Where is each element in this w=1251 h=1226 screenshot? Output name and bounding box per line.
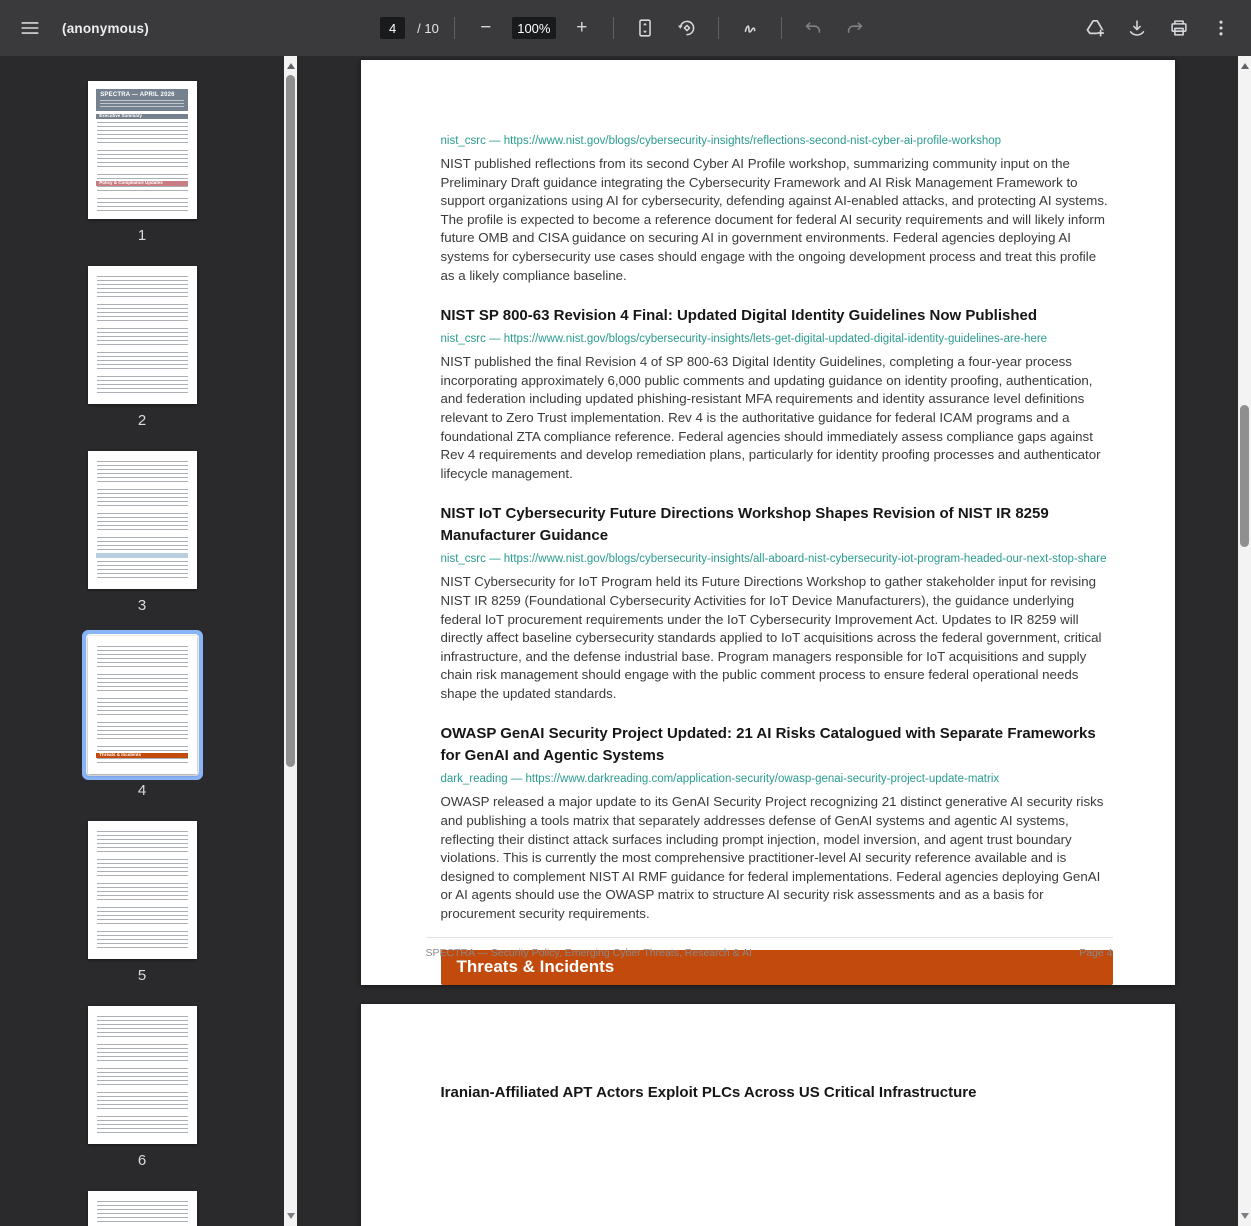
scroll-up-arrow-icon[interactable] — [1241, 63, 1249, 69]
toolbar-divider — [718, 17, 719, 39]
save-to-drive-icon[interactable] — [1079, 12, 1111, 44]
thumbnail-section-bar: Threats & Incidents — [96, 753, 188, 758]
main-scrollbar-thumb[interactable] — [1240, 405, 1249, 547]
thumbnail-section-bar: Executive Summary — [96, 114, 188, 118]
pdf-page-5: Iranian-Affiliated APT Actors Exploit PL… — [361, 1004, 1175, 1226]
scroll-down-arrow-icon[interactable] — [1241, 1213, 1249, 1219]
toolbar-divider — [613, 17, 614, 39]
thumbnail-page-6[interactable]: 6 — [88, 1006, 197, 1169]
thumbnail-sidebar: SPECTRA — APRIL 2026 Executive Summary Pol… — [0, 56, 284, 1226]
download-icon[interactable] — [1121, 12, 1153, 44]
rotate-icon[interactable] — [671, 12, 703, 44]
thumbnail-preview — [88, 266, 197, 404]
sidebar-scrollbar[interactable] — [284, 56, 297, 1226]
print-icon[interactable] — [1163, 12, 1195, 44]
pdf-viewer-app: (anonymous) / 10 − 100% + — [0, 0, 1251, 1226]
pdf-toolbar: (anonymous) / 10 − 100% + — [0, 0, 1251, 56]
annotate-pen-icon[interactable] — [734, 12, 766, 44]
thumbnail-page-7[interactable]: 7 — [88, 1191, 197, 1226]
source-link[interactable]: dark_reading — https://www.darkreading.c… — [441, 772, 1113, 787]
toolbar-divider — [454, 17, 455, 39]
thumbnail-section-bar — [96, 553, 188, 557]
sidebar-scrollbar-thumb[interactable] — [286, 75, 295, 767]
zoom-out-button[interactable]: − — [470, 12, 502, 44]
thumbnail-preview — [88, 1006, 197, 1144]
source-link[interactable]: nist_csrc — https://www.nist.gov/blogs/c… — [441, 332, 1113, 347]
thumbnail-cover-header: SPECTRA — APRIL 2026 — [96, 89, 188, 111]
thumbnail-page-number: 4 — [138, 782, 146, 799]
thumbnail-page-1[interactable]: SPECTRA — APRIL 2026 Executive Summary Pol… — [88, 81, 197, 244]
main-scrollbar[interactable] — [1238, 56, 1251, 1226]
article-heading: OWASP GenAI Security Project Updated: 21… — [441, 723, 1113, 767]
thumbnail-list: SPECTRA — APRIL 2026 Executive Summary Pol… — [88, 81, 197, 1226]
undo-icon[interactable] — [797, 12, 829, 44]
page-number-input[interactable] — [380, 17, 405, 39]
thumbnail-preview: SPECTRA — APRIL 2026 Executive Summary Pol… — [88, 81, 197, 219]
thumbnail-page-4[interactable]: Threats & Incidents 4 — [88, 636, 197, 799]
article-paragraph: NIST published reflections from its seco… — [441, 155, 1113, 285]
thumbnail-preview — [88, 821, 197, 959]
page-total-label: / 10 — [417, 21, 439, 36]
scroll-down-arrow-icon[interactable] — [287, 1213, 295, 1219]
more-options-icon[interactable] — [1205, 12, 1237, 44]
fit-to-page-button[interactable] — [629, 12, 661, 44]
menu-icon[interactable] — [14, 12, 46, 44]
source-link[interactable]: nist_csrc — https://www.nist.gov/blogs/c… — [441, 552, 1113, 567]
page4-content: nist_csrc — https://www.nist.gov/blogs/c… — [441, 134, 1113, 985]
page-footer: SPECTRA — Security Policy, Emerging Cybe… — [426, 937, 1113, 959]
toolbar-divider — [781, 17, 782, 39]
thumbnail-page-number: 3 — [138, 597, 146, 614]
zoom-level-display[interactable]: 100% — [512, 17, 556, 39]
thumbnail-page-number: 5 — [138, 967, 146, 984]
article-paragraph: OWASP released a major update to its Gen… — [441, 793, 1113, 923]
footer-newsletter-title: SPECTRA — Security Policy, Emerging Cybe… — [426, 947, 752, 959]
scroll-up-arrow-icon[interactable] — [287, 63, 295, 69]
article-paragraph: NIST published the final Revision 4 of S… — [441, 353, 1113, 483]
source-link[interactable]: nist_csrc — https://www.nist.gov/blogs/c… — [441, 134, 1113, 149]
zoom-in-button[interactable]: + — [566, 12, 598, 44]
redo-icon[interactable] — [839, 12, 871, 44]
thumbnail-cover-title: SPECTRA — APRIL 2026 — [100, 92, 184, 98]
thumbnail-page-number: 6 — [138, 1152, 146, 1169]
thumbnail-page-number: 2 — [138, 412, 146, 429]
article-heading: NIST SP 800-63 Revision 4 Final: Updated… — [441, 305, 1113, 327]
thumbnail-preview — [88, 451, 197, 589]
thumbnail-preview — [88, 1191, 197, 1226]
document-title: (anonymous) — [62, 21, 149, 36]
thumbnail-section-bar: Policy & Compliance Updates — [96, 181, 188, 186]
article-heading: Iranian-Affiliated APT Actors Exploit PL… — [441, 1082, 1113, 1104]
article-heading: NIST IoT Cybersecurity Future Directions… — [441, 503, 1113, 547]
thumbnail-page-number: 1 — [138, 227, 146, 244]
article-paragraph: NIST Cybersecurity for IoT Program held … — [441, 573, 1113, 703]
thumbnail-page-3[interactable]: 3 — [88, 451, 197, 614]
thumbnail-page-5[interactable]: 5 — [88, 821, 197, 984]
thumbnail-preview: Threats & Incidents — [88, 636, 197, 774]
document-viewer: nist_csrc — https://www.nist.gov/blogs/c… — [297, 56, 1238, 1226]
thumbnail-page-2[interactable]: 2 — [88, 266, 197, 429]
pdf-page-4: nist_csrc — https://www.nist.gov/blogs/c… — [361, 60, 1175, 985]
footer-page-number: Page 4 — [1079, 947, 1112, 959]
